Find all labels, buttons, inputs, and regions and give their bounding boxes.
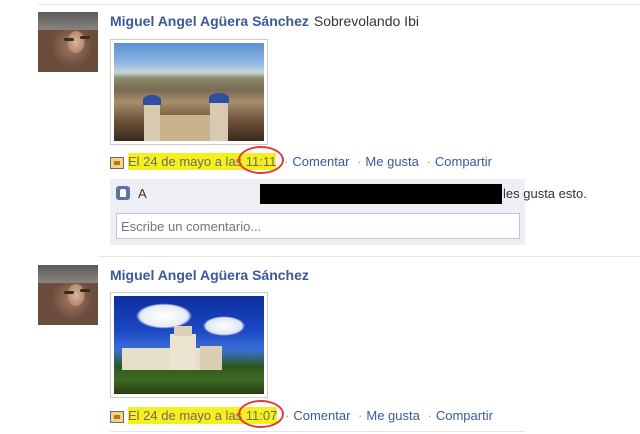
post-time[interactable]: 11:07	[237, 400, 284, 428]
bottom-divider	[110, 431, 525, 432]
post-photo[interactable]	[110, 39, 268, 145]
post-meta: El 24 de mayo a las 11:11 · Comentar · Me …	[110, 146, 492, 174]
photo-album-icon	[110, 410, 124, 423]
post-date[interactable]: El 24 de mayo a las 11:07	[128, 400, 284, 428]
share-link[interactable]: Compartir	[436, 408, 493, 423]
photo-aerial-town	[114, 43, 264, 141]
comment-link[interactable]: Comentar	[293, 408, 350, 423]
comment-input[interactable]	[116, 213, 520, 239]
photo-album-icon	[110, 156, 124, 169]
status-text: Sobrevolando Ibi	[313, 13, 419, 29]
feed-post: Miguel Angel Agüera Sánchez Sobrevolando …	[0, 0, 640, 255]
photo-castle	[114, 296, 264, 394]
share-link[interactable]: Compartir	[435, 154, 492, 169]
author-name-link[interactable]: Miguel Angel Agüera Sánchez	[110, 267, 309, 283]
post-author[interactable]: Miguel Angel Agüera Sánchez Sobrevolando …	[110, 13, 419, 29]
separator: ·	[358, 408, 363, 423]
redacted-names	[260, 184, 502, 204]
author-name-link[interactable]: Miguel Angel Agüera Sánchez	[110, 13, 309, 29]
comment-box	[110, 207, 525, 245]
likes-summary: A les gusta esto.	[110, 179, 587, 208]
post-time[interactable]: 11:11	[237, 146, 284, 174]
separator: ·	[357, 154, 362, 169]
post-meta: El 24 de mayo a las 11:07 · Comentar · Me …	[110, 400, 493, 428]
avatar[interactable]	[38, 265, 98, 325]
post-photo[interactable]	[110, 292, 268, 398]
avatar[interactable]	[38, 12, 98, 72]
separator: ·	[284, 154, 289, 169]
separator: ·	[426, 154, 431, 169]
comment-link[interactable]: Comentar	[292, 154, 349, 169]
feed-post: Miguel Angel Agüera Sánchez El 24 de may…	[0, 255, 640, 434]
like-link[interactable]: Me gusta	[366, 408, 419, 423]
separator: ·	[427, 408, 432, 423]
separator: ·	[285, 408, 290, 423]
likes-prefix: A	[138, 186, 147, 201]
post-date[interactable]: El 24 de mayo a las 11:11	[128, 146, 284, 174]
like-link[interactable]: Me gusta	[365, 154, 418, 169]
post-author[interactable]: Miguel Angel Agüera Sánchez	[110, 267, 309, 283]
likes-suffix: les gusta esto.	[503, 186, 587, 201]
thumbs-up-icon	[116, 186, 130, 200]
